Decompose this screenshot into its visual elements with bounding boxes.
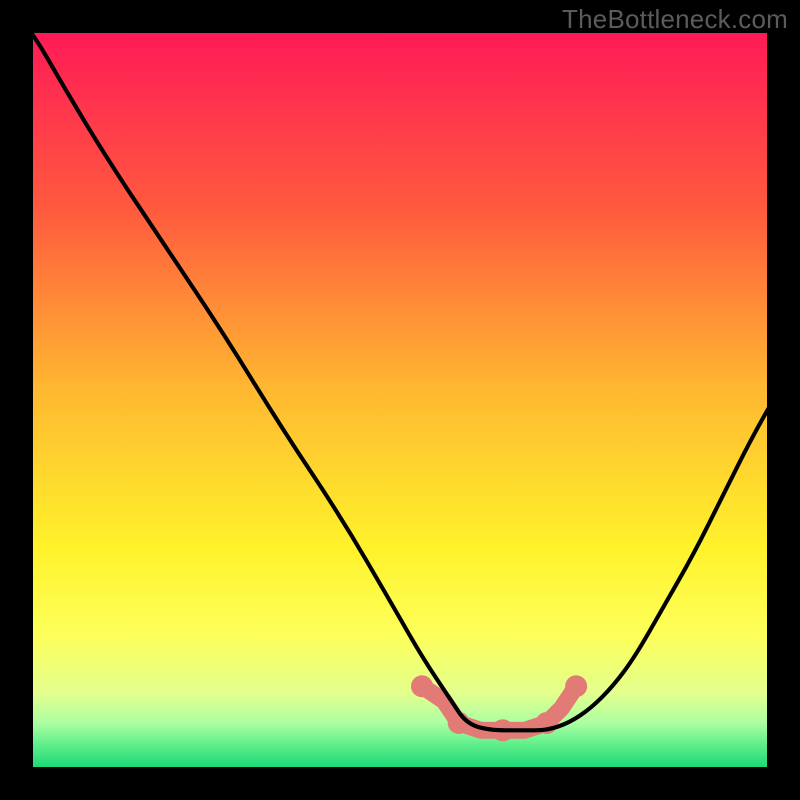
chart-frame: TheBottleneck.com	[0, 0, 800, 800]
plot-area	[33, 33, 767, 767]
watermark-text: TheBottleneck.com	[562, 4, 788, 35]
bottleneck-chart	[33, 33, 767, 767]
gradient-background	[33, 33, 767, 767]
